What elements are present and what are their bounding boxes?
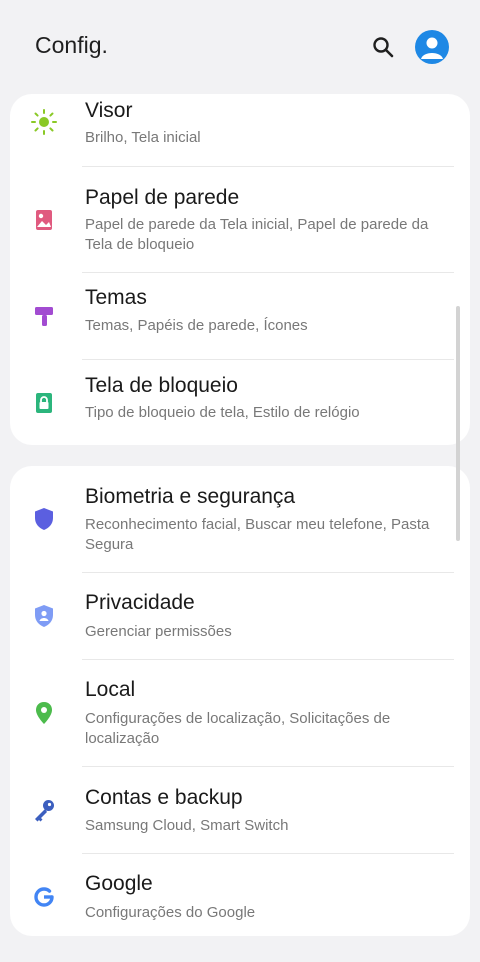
location-pin-icon: [30, 699, 58, 727]
settings-item-visor[interactable]: Visor Brilho, Tela inicial: [10, 94, 470, 166]
item-title: Temas: [85, 286, 147, 309]
settings-section-security: Biometria e segurança Reconhecimento fac…: [10, 466, 470, 936]
settings-item-privacidade[interactable]: Privacidade Gerenciar permissões: [10, 573, 470, 659]
item-subtitle: Reconhecimento facial, Buscar meu telefo…: [85, 516, 430, 553]
settings-section-display: Visor Brilho, Tela inicial Papel de pare…: [10, 94, 470, 445]
profile-avatar-button[interactable]: [415, 30, 449, 64]
settings-item-google[interactable]: Google Configurações do Google: [10, 854, 470, 936]
item-title: Local: [85, 678, 136, 701]
image-icon: [30, 206, 58, 234]
sun-icon: [30, 108, 58, 136]
settings-item-local[interactable]: Local Configurações de localização, Soli…: [10, 660, 470, 766]
app-header: Config.: [0, 0, 480, 94]
item-title: Google: [85, 872, 153, 895]
item-subtitle: Tipo de bloqueio de tela, Estilo de reló…: [85, 404, 360, 421]
item-title: Contas e backup: [85, 786, 243, 809]
item-title: Visor: [85, 99, 133, 122]
item-title: Papel de parede: [85, 186, 240, 209]
item-subtitle: Configurações do Google: [85, 904, 256, 921]
item-title: Biometria e segurança: [85, 485, 296, 508]
search-icon: [373, 37, 394, 58]
item-subtitle: Gerenciar permissões: [85, 623, 232, 640]
settings-item-contas-e-backup[interactable]: Contas e backup Samsung Cloud, Smart Swi…: [10, 767, 470, 853]
item-subtitle: Brilho, Tela inicial: [85, 129, 201, 146]
item-subtitle: Configurações de localização, Solicitaçõ…: [85, 710, 391, 747]
item-title: Privacidade: [85, 591, 195, 614]
item-title: Tela de bloqueio: [85, 374, 238, 397]
search-button[interactable]: [369, 33, 397, 61]
settings-item-tela-de-bloqueio[interactable]: Tela de bloqueio Tipo de bloqueio de tel…: [10, 360, 470, 445]
item-subtitle: Temas, Papéis de parede, Ícones: [85, 317, 308, 334]
settings-item-temas[interactable]: Temas Temas, Papéis de parede, Ícones: [10, 273, 470, 359]
shield-icon: [30, 505, 58, 533]
paintbrush-icon: [30, 302, 58, 330]
key-icon: [30, 796, 58, 824]
scrollbar[interactable]: [456, 306, 460, 541]
page-title: Config.: [35, 32, 108, 58]
item-subtitle: Papel de parede da Tela inicial, Papel d…: [85, 216, 429, 253]
lock-icon: [30, 389, 58, 417]
google-icon: [30, 883, 58, 911]
settings-item-biometria[interactable]: Biometria e segurança Reconhecimento fac…: [10, 466, 470, 572]
settings-item-papel-de-parede[interactable]: Papel de parede Papel de parede da Tela …: [10, 167, 470, 272]
privacy-shield-icon: [30, 602, 58, 630]
item-subtitle: Samsung Cloud, Smart Switch: [85, 817, 289, 834]
profile-avatar-icon: [421, 37, 443, 59]
